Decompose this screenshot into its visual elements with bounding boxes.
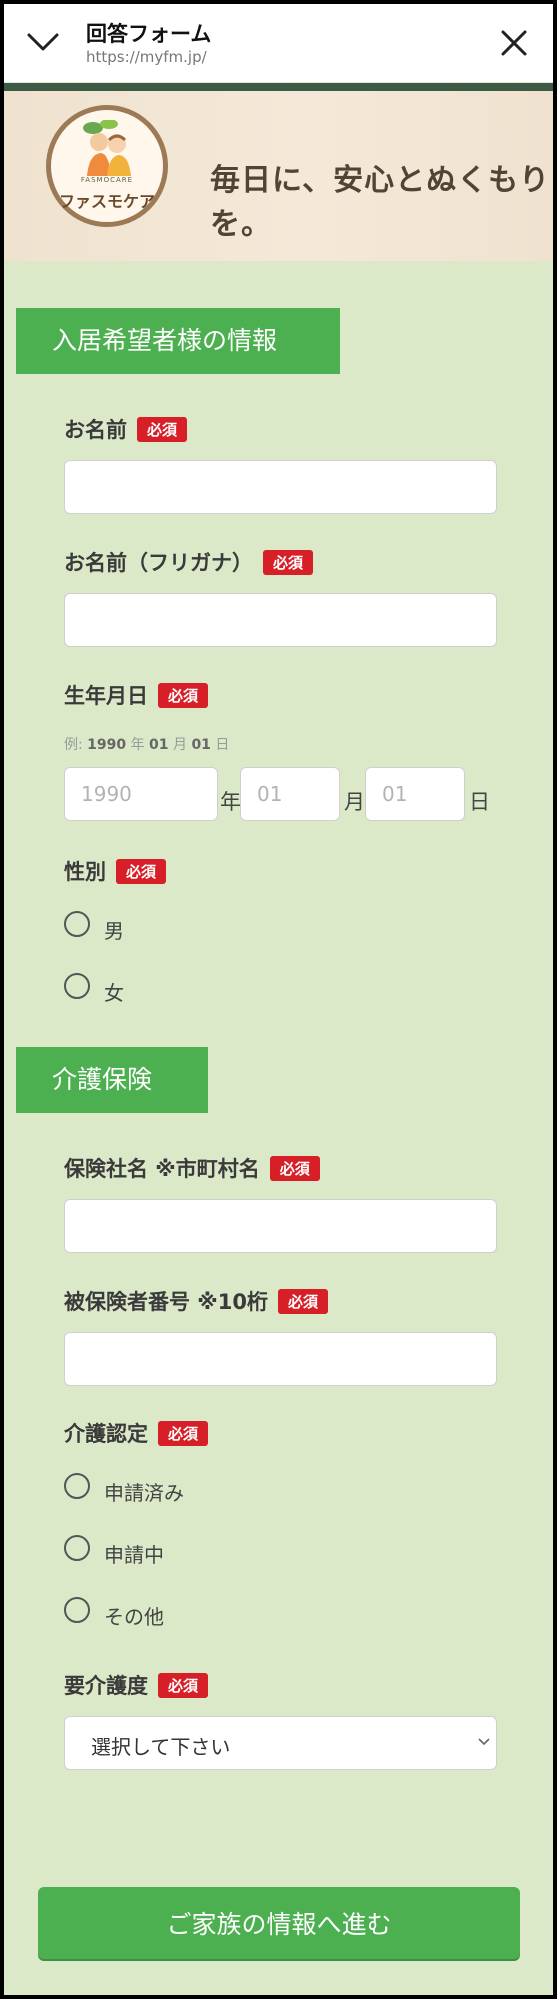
care-level-label-text: 要介護度 [64,1674,148,1698]
birth-day-input[interactable] [365,767,465,821]
radio-label: 女 [104,981,124,1005]
top-bar-divider [4,83,553,91]
header-banner: FASMOCARE ファスモケア 毎日に、安心とぬくもりを。 [4,91,553,261]
radio-button[interactable] [64,1597,90,1623]
radio-button[interactable] [64,911,90,937]
kana-label-text: お名前（フリガナ） [64,551,253,575]
radio-button[interactable] [64,1535,90,1561]
birthdate-label-text: 生年月日 [64,684,148,708]
logo-name: ファスモケア [58,192,155,211]
kana-input[interactable] [64,593,497,647]
top-bar: 回答フォーム https://myfm.jp/ [4,4,553,82]
care-level-label: 要介護度 必須 [64,1670,209,1700]
required-badge: 必須 [269,1155,320,1181]
birthdate-label: 生年月日 必須 [64,680,209,710]
required-badge: 必須 [158,682,209,708]
banner-slogan: 毎日に、安心とぬくもりを。 [210,163,551,242]
logo-wordmark: FASMOCARE [80,176,134,184]
certification-label-text: 介護認定 [64,1422,148,1446]
name-label-text: お名前 [64,418,127,442]
insurer-label: 保険社名 ※市町村名 必須 [64,1153,320,1183]
care-level-select[interactable]: 選択して下さい [64,1716,497,1770]
radio-label: 男 [104,919,124,943]
close-icon[interactable] [499,28,529,58]
insured-number-label-text: 被保険者番号 ※10桁 [64,1290,268,1314]
certification-label: 介護認定 必須 [64,1418,209,1448]
app-frame: 回答フォーム https://myfm.jp/ FASMOCARE ファスモケア… [4,4,553,1995]
required-badge: 必須 [158,1420,209,1446]
next-family-info-button[interactable]: ご家族の情報へ進む [38,1887,520,1959]
insurer-input[interactable] [64,1199,497,1253]
insurer-label-text: 保険社名 ※市町村名 [64,1157,260,1181]
year-unit: 年 [220,790,241,814]
required-badge: 必須 [137,416,188,442]
insured-number-input[interactable] [64,1332,497,1386]
name-label: お名前 必須 [64,414,188,444]
birth-year-input[interactable] [64,767,218,821]
required-badge: 必須 [158,1672,209,1698]
birth-month-input[interactable] [240,767,340,821]
gender-label: 性別 必須 [64,856,167,886]
radio-button[interactable] [64,973,90,999]
select-value: 選択して下さい [91,1735,231,1759]
radio-button[interactable] [64,1473,90,1499]
caregiver-illustration-icon [83,120,131,176]
url-text: https://myfm.jp/ [86,48,207,66]
section-header-care-insurance: 介護保険 [16,1047,208,1113]
chevron-down-icon[interactable] [26,30,60,54]
birthdate-example: 例: 1990 年 01 月 01 日 [64,737,230,753]
name-input[interactable] [64,460,497,514]
radio-label: その他 [104,1605,164,1629]
day-unit: 日 [469,790,490,814]
required-badge: 必須 [116,858,167,884]
gender-label-text: 性別 [64,860,106,884]
window-title: 回答フォーム [86,22,212,46]
month-unit: 月 [344,790,365,814]
chevron-down-icon [478,1738,490,1746]
required-badge: 必須 [277,1288,328,1314]
insured-number-label: 被保険者番号 ※10桁 必須 [64,1286,328,1316]
radio-label: 申請済み [104,1481,184,1505]
required-badge: 必須 [263,549,314,575]
radio-label: 申請中 [104,1543,164,1567]
brand-logo: FASMOCARE ファスモケア [46,105,168,227]
section-header-resident-info: 入居希望者様の情報 [16,308,340,374]
kana-label: お名前（フリガナ） 必須 [64,547,314,577]
